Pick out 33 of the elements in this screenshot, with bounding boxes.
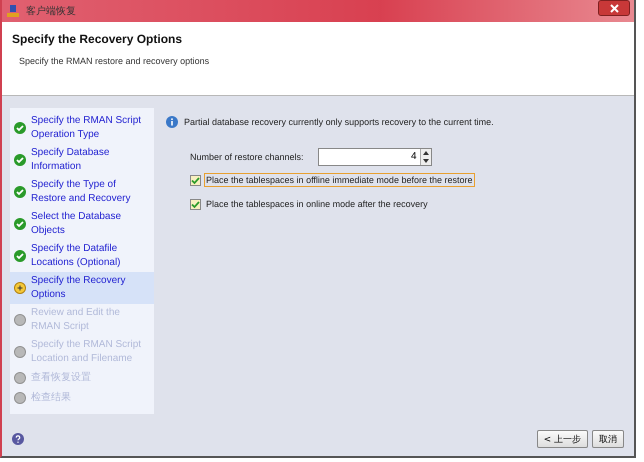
pending-circle-icon: [14, 346, 26, 358]
help-icon[interactable]: [12, 433, 24, 445]
footer-button[interactable]: < 上一步: [536, 430, 588, 448]
channels-spinner[interactable]: 4: [318, 148, 432, 166]
step-item[interactable]: Specify Database Information: [10, 144, 154, 176]
checkbox-label: Place the tablespaces in online mode after the recovery: [205, 198, 429, 211]
close-icon: [610, 4, 618, 12]
check-circle-icon: [14, 218, 26, 230]
step-item[interactable]: Select the Database Objects: [10, 208, 154, 240]
step-item[interactable]: Specify the Datafile Locations (Optional): [10, 240, 154, 272]
check-circle-icon: [14, 250, 26, 262]
pending-circle-icon: [14, 392, 26, 404]
close-button[interactable]: [598, 0, 630, 16]
page-subtitle: Specify the RMAN restore and recovery options: [19, 56, 210, 66]
checkbox[interactable]: [190, 174, 201, 186]
window-title: 客户端恢复: [26, 4, 77, 18]
check-circle-icon: [14, 186, 26, 198]
info-message: Partial database recovery currently only supports recovery to the current time.: [184, 117, 494, 127]
channels-label: Number of restore channels:: [190, 152, 304, 162]
checkbox-label: Place the tablespaces in offline immediate mode before the restore: [204, 173, 474, 187]
pending-circle-icon: [14, 314, 26, 326]
check-circle-icon: [14, 154, 26, 166]
check-circle-icon: [14, 122, 26, 134]
pending-circle-icon: [14, 372, 26, 384]
step-item[interactable]: Specify the Type of Restore and Recovery: [10, 176, 154, 208]
page-heading: Specify the Recovery Options: [12, 32, 184, 46]
footer-button[interactable]: 取消: [592, 430, 624, 448]
step-item[interactable]: Specify the Recovery Options: [10, 272, 154, 304]
info-icon: [166, 116, 178, 128]
step-item[interactable]: Specify the RMAN Script Operation Type: [10, 112, 154, 144]
checkbox[interactable]: [190, 198, 201, 210]
app-icon: [6, 4, 20, 18]
current-step-icon: [14, 282, 26, 294]
